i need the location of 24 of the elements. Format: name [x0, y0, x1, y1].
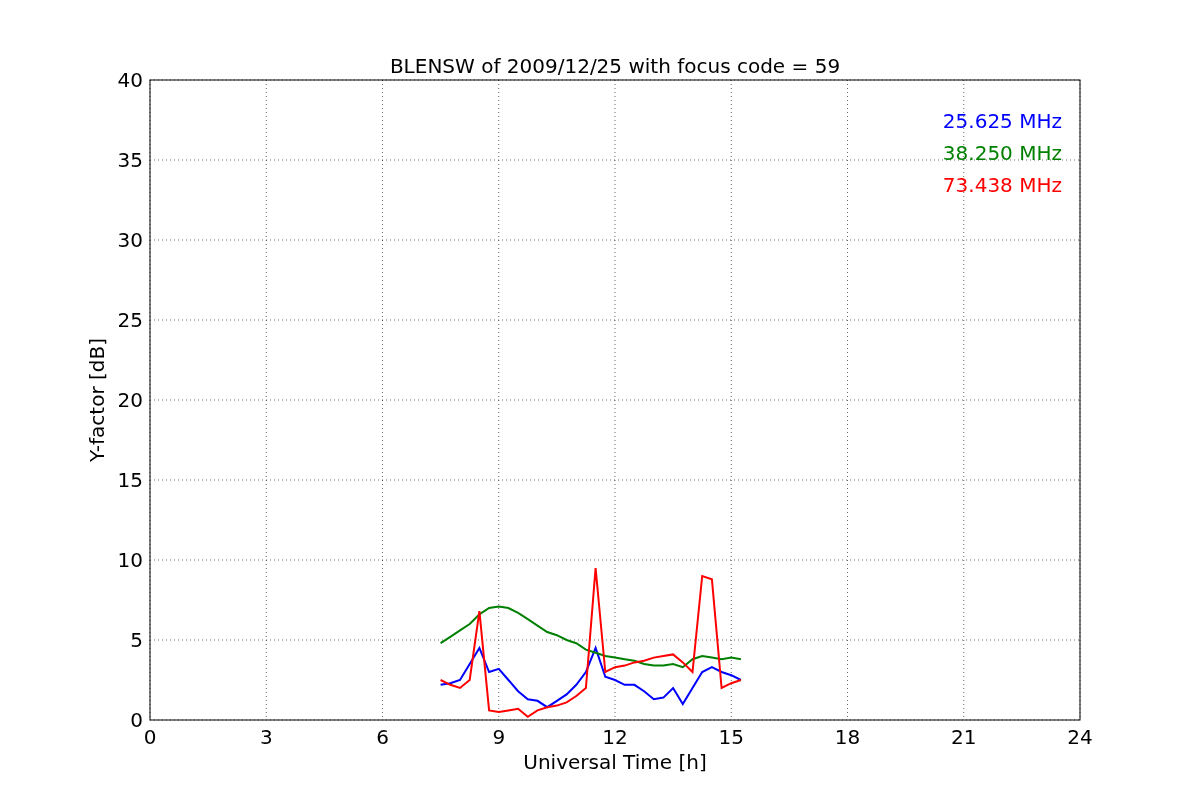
- y-tick-label: 20: [117, 388, 143, 412]
- y-tick-label: 10: [117, 548, 143, 572]
- y-tick-label: 40: [117, 68, 143, 92]
- x-tick-label: 21: [951, 725, 977, 749]
- legend-label: 38.250 MHz: [942, 141, 1062, 165]
- x-tick-label: 18: [834, 725, 861, 749]
- x-tick-label: 6: [376, 725, 389, 749]
- y-axis-label: Y-factor [dB]: [85, 338, 109, 462]
- legend-label: 73.438 MHz: [942, 173, 1062, 197]
- x-tick-label: 3: [259, 725, 273, 749]
- x-tick-label: 24: [1067, 725, 1093, 749]
- y-tick-label: 5: [130, 628, 143, 652]
- legend-label: 25.625 MHz: [942, 109, 1062, 133]
- y-tick-label: 25: [117, 308, 143, 332]
- y-tick-label: 15: [117, 468, 143, 492]
- x-tick-label: 12: [602, 725, 628, 749]
- y-tick-label: 30: [117, 228, 143, 252]
- y-tick-label: 35: [117, 148, 143, 172]
- x-tick-label: 15: [718, 725, 744, 749]
- chart-title: BLENSW of 2009/12/25 with focus code = 59: [389, 54, 841, 78]
- y-tick-label: 0: [130, 708, 143, 732]
- x-axis-label: Universal Time [h]: [523, 750, 707, 774]
- x-tick-label: 9: [492, 725, 506, 749]
- x-tick-label: 0: [143, 725, 157, 749]
